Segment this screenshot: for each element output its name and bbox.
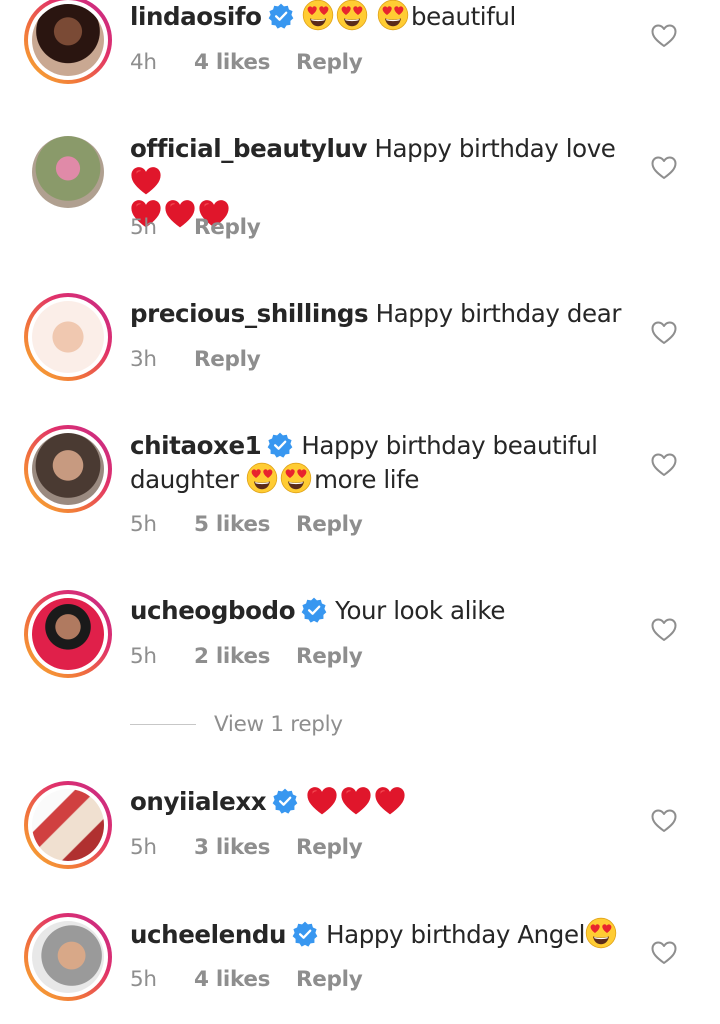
comment-time: 5h — [130, 512, 157, 537]
comment-time: 3h — [130, 347, 157, 372]
comment-time: 5h — [130, 644, 157, 669]
verified-badge-icon — [267, 432, 293, 458]
avatar[interactable] — [24, 293, 112, 381]
comment-username[interactable]: ucheogbodo — [130, 596, 296, 625]
comment-likes[interactable]: 5 likes — [194, 512, 296, 537]
avatar[interactable] — [24, 0, 112, 84]
comment-time: 4h — [130, 50, 157, 75]
heart-outline-icon[interactable] — [651, 618, 677, 642]
red-heart-emoji — [306, 786, 338, 816]
heart-outline-icon[interactable] — [651, 453, 677, 477]
reply-button[interactable]: Reply — [296, 512, 363, 537]
heart-eyes-emoji — [246, 462, 278, 494]
red-heart-emoji — [130, 166, 162, 196]
red-heart-emoji — [340, 786, 372, 816]
heart-eyes-emoji — [336, 0, 368, 31]
heart-outline-icon[interactable] — [651, 809, 677, 833]
heart-outline-icon[interactable] — [651, 24, 677, 48]
avatar[interactable] — [24, 425, 112, 513]
view-replies-button[interactable]: View 1 reply — [130, 712, 343, 737]
comment-username[interactable]: onyiialexx — [130, 787, 267, 816]
heart-eyes-emoji — [302, 0, 334, 31]
comment-text: Happy birthday Angel — [326, 920, 586, 949]
avatar[interactable] — [24, 781, 112, 869]
comment-text: more life — [314, 465, 420, 494]
view-replies-label[interactable]: View 1 reply — [214, 712, 343, 737]
heart-eyes-emoji — [280, 462, 312, 494]
avatar[interactable] — [24, 913, 112, 1001]
verified-badge-icon — [268, 3, 294, 29]
comment-time: 5h — [130, 967, 157, 992]
avatar[interactable] — [24, 590, 112, 678]
reply-button[interactable]: Reply — [296, 835, 363, 860]
reply-button[interactable]: Reply — [194, 215, 261, 240]
verified-badge-icon — [272, 788, 298, 814]
reply-button[interactable]: Reply — [296, 967, 363, 992]
comment-text: daughter — [130, 465, 239, 494]
reply-button[interactable]: Reply — [194, 347, 261, 372]
red-heart-emoji — [374, 786, 406, 816]
avatar[interactable] — [32, 136, 104, 208]
comment-username[interactable]: precious_shillings — [130, 299, 369, 328]
comment-likes[interactable]: 3 likes — [194, 835, 296, 860]
comment-username[interactable]: chitaoxe1 — [130, 431, 262, 460]
comment-text: beautiful — [411, 2, 516, 31]
comment-text: Happy birthday dear — [375, 299, 622, 328]
comment-time: 5h — [130, 215, 157, 240]
verified-badge-icon — [292, 921, 318, 947]
heart-eyes-emoji — [377, 0, 409, 31]
reply-button[interactable]: Reply — [296, 644, 363, 669]
comment-text: Happy birthday beautiful — [301, 431, 598, 460]
heart-outline-icon[interactable] — [651, 156, 677, 180]
comment-likes[interactable]: 2 likes — [194, 644, 296, 669]
comment-text: Happy birthday love — [374, 134, 616, 163]
comment-username[interactable]: lindaosifo — [130, 2, 262, 31]
comment-likes[interactable]: 4 likes — [194, 967, 296, 992]
verified-badge-icon — [301, 597, 327, 623]
comment-username[interactable]: ucheelendu — [130, 920, 286, 949]
heart-outline-icon[interactable] — [651, 321, 677, 345]
comment-time: 5h — [130, 835, 157, 860]
reply-button[interactable]: Reply — [296, 50, 363, 75]
comment-username[interactable]: official_beautyluv — [130, 134, 367, 163]
view-replies-line — [130, 724, 196, 725]
heart-outline-icon[interactable] — [651, 941, 677, 965]
comment-likes[interactable]: 4 likes — [194, 50, 296, 75]
comment-text: Your look alike — [335, 596, 506, 625]
heart-eyes-emoji — [585, 917, 617, 949]
